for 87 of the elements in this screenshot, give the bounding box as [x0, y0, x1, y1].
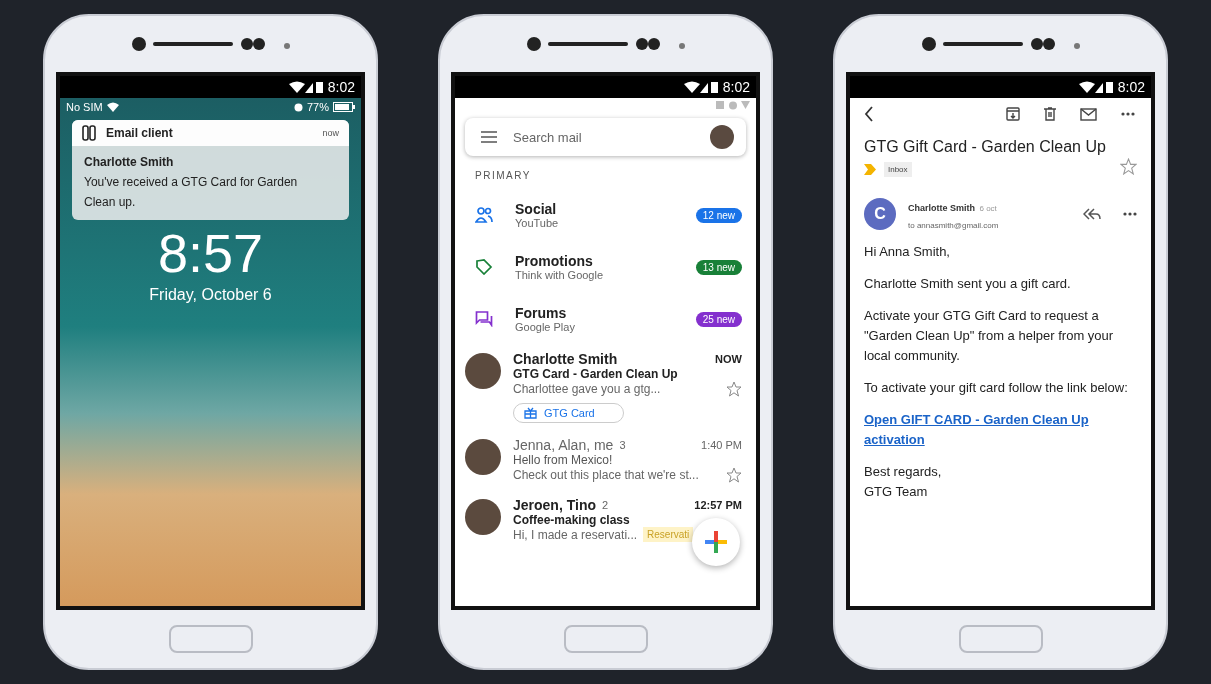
message-paragraph: To activate your gift card follow the link below:	[864, 379, 1129, 397]
wifi-icon	[106, 102, 119, 112]
alarm-icon	[293, 102, 303, 112]
email-sender: Charlotte Smith	[513, 351, 618, 367]
category-row[interactable]: Promotions Think with Google 13 new	[455, 241, 756, 293]
category-row[interactable]: Social YouTube 12 new	[455, 189, 756, 241]
lock-date: Friday, October 6	[148, 286, 273, 304]
email-row[interactable]: Jeroen, Tino 2 12:57 PM Coffee-making class Hi, I made a reservati... Reservati	[455, 491, 756, 550]
thread-count: 2	[602, 499, 609, 511]
new-count-badge: 25 new	[695, 311, 742, 327]
archive-icon[interactable]	[1006, 107, 1020, 121]
category-name: Forums	[515, 305, 568, 321]
activation-link[interactable]: Open GIFT CARD - Garden Clean Up activation	[864, 410, 1137, 450]
category-row[interactable]: Forums Google Play 25 new	[455, 293, 756, 345]
app-name: Email client	[106, 126, 174, 140]
avatar-photo	[465, 499, 501, 535]
email-tag: Reservati	[643, 527, 694, 542]
app-icon	[82, 125, 96, 141]
carrier-text: No SIM	[66, 101, 103, 113]
star-icon[interactable]	[726, 381, 742, 397]
plus-icon	[705, 531, 727, 553]
email-subject: Coffee-making class	[513, 513, 631, 527]
sender-name: Charlotte Smith	[908, 203, 975, 213]
menu-icon[interactable]	[481, 131, 497, 143]
system-icons-drawing	[716, 101, 750, 110]
trash-icon[interactable]	[1044, 107, 1056, 121]
search-field[interactable]: Search mail	[511, 128, 696, 146]
email-time: NOW	[715, 353, 742, 365]
closing-line: Best regards,	[864, 463, 943, 481]
message-paragraph: Hi Anna Smith,	[864, 243, 951, 261]
category-source: YouTube	[515, 217, 560, 229]
compose-button[interactable]	[692, 518, 740, 566]
message-subject: GTG Gift Card - Garden Clean Up	[864, 138, 1106, 156]
battery-percent: 77%	[306, 101, 329, 113]
notification-card[interactable]: Email client now Charlotte Smith You've received a GTG Card for Garden Clean up.	[72, 120, 349, 220]
battery-icon	[333, 102, 355, 112]
message-paragraph: Charlotte Smith sent you a gift card.	[864, 275, 1072, 293]
email-row[interactable]: Jenna, Alan, me 3 1:40 PM Hello from Mexico! Check out this place that we're st...	[455, 431, 756, 491]
tag-icon	[475, 259, 493, 275]
lock-clock: 8:57	[157, 223, 264, 283]
gift-icon	[524, 407, 537, 419]
chat-icon	[475, 311, 493, 327]
email-row[interactable]: Charlotte Smith NOW GTG Card - Garden Clean Up Charlottee gave you a gtg... GTG Card	[455, 345, 756, 431]
label-chip[interactable]: Inbox	[884, 162, 912, 177]
message-date: 6 oct	[979, 204, 997, 213]
email-subject: GTG Card - Garden Clean Up	[513, 367, 679, 381]
email-snippet: Hi, I made a reservati...	[513, 527, 638, 542]
status-icons-drawing	[288, 81, 323, 93]
profile-avatar[interactable]	[710, 125, 734, 149]
status-time: 8:02	[722, 79, 750, 95]
reply-all-icon[interactable]	[1083, 207, 1101, 220]
mail-icon[interactable]	[1080, 107, 1097, 121]
category-source: Google Play	[515, 321, 576, 333]
category-name: Promotions	[515, 253, 594, 269]
email-time: 1:40 PM	[701, 439, 742, 451]
label-marker-icon	[864, 164, 876, 175]
status-time: 8:02	[327, 79, 355, 95]
more-icon[interactable]	[1123, 211, 1137, 216]
category-name: Social	[515, 201, 558, 217]
more-icon[interactable]	[1121, 112, 1135, 116]
recipient-text: to annasmith@gmail.com	[908, 221, 1000, 230]
email-snippet: Charlottee gave you a gtg...	[513, 382, 661, 396]
email-snippet: Check out this place that we're st...	[513, 468, 699, 482]
email-sender: Jeroen, Tino	[513, 497, 596, 513]
notification-time: now	[322, 128, 339, 138]
sender-avatar: C	[864, 197, 896, 230]
status-icons-drawing	[683, 81, 718, 93]
notification-sender: Charlotte Smith	[84, 154, 175, 171]
avatar-photo	[465, 353, 501, 389]
back-icon[interactable]	[864, 106, 874, 122]
star-icon[interactable]	[1120, 158, 1137, 175]
email-time: 12:57 PM	[694, 499, 742, 511]
star-icon[interactable]	[726, 467, 742, 483]
status-icons-drawing	[1078, 81, 1113, 93]
closing-line: GTG Team	[864, 483, 929, 501]
notification-text: You've received a GTG Card for Garden Clean up.	[84, 174, 299, 211]
avatar-photo	[465, 439, 501, 475]
section-heading: PRIMARY	[474, 169, 532, 183]
thread-count: 3	[619, 439, 626, 451]
email-sender: Jenna, Alan, me	[513, 437, 614, 453]
new-count-badge: 13 new	[695, 259, 742, 275]
status-time: 8:02	[1117, 79, 1145, 95]
new-count-badge: 12 new	[695, 207, 742, 223]
people-icon	[475, 207, 493, 223]
message-paragraph: Activate your GTG Gift Card to request a "Garden Clean Up" from a helper from your local community.	[864, 307, 1115, 365]
category-source: Think with Google	[515, 269, 605, 281]
email-subject: Hello from Mexico!	[513, 453, 614, 467]
